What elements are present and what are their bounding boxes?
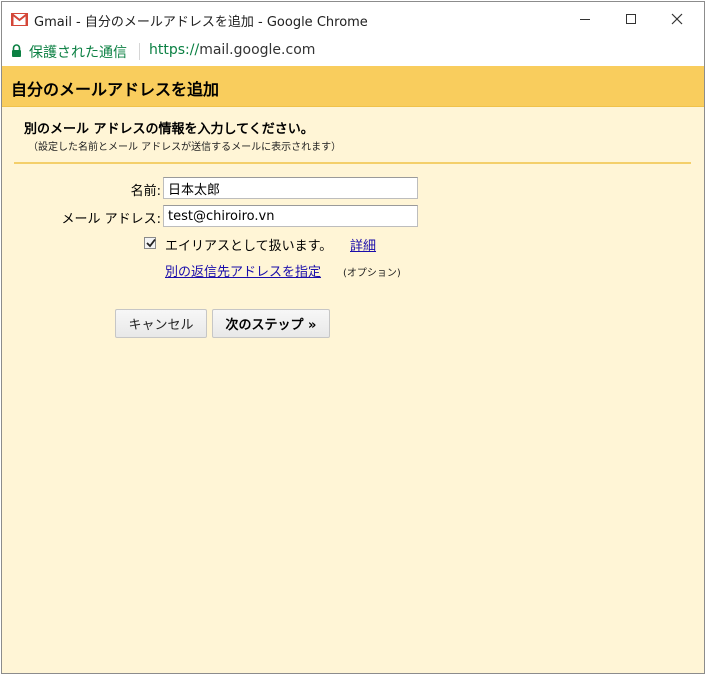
checkmark-icon (146, 238, 156, 248)
secure-connection-label[interactable]: 保護された通信 (29, 42, 127, 62)
minimize-icon (580, 19, 590, 20)
section-divider (14, 162, 691, 164)
dialog-content: 別のメール アドレスの情報を入力してください。 （設定した名前とメール アドレス… (2, 107, 704, 673)
name-label: 名前: (130, 184, 161, 199)
name-input[interactable] (163, 177, 418, 199)
address-bar[interactable]: 保護された通信 https://mail.google.com (2, 36, 704, 67)
close-icon (671, 13, 683, 25)
url-host: mail.google.com (199, 42, 316, 58)
window-title: Gmail - 自分のメールアドレスを追加 - Google Chrome (34, 15, 368, 30)
intro-title: 別のメール アドレスの情報を入力してください。 (24, 122, 314, 137)
intro-note: （設定した名前とメール アドレスが送信するメールに表示されます） (28, 142, 342, 153)
alias-label: エイリアスとして扱います。 (165, 239, 333, 254)
cancel-button[interactable]: キャンセル (115, 309, 207, 338)
minimize-button[interactable] (562, 2, 608, 36)
lock-icon (12, 44, 21, 57)
url-text[interactable]: https://mail.google.com (149, 42, 315, 58)
optional-note: (オプション) (343, 268, 401, 279)
next-step-button[interactable]: 次のステップ » (212, 309, 330, 338)
maximize-button[interactable] (608, 2, 654, 36)
email-label: メール アドレス: (61, 212, 161, 227)
dialog-header: 自分のメールアドレスを追加 (2, 66, 704, 107)
maximize-icon (626, 14, 636, 24)
dialog-title: 自分のメールアドレスを追加 (11, 80, 220, 99)
email-input[interactable] (163, 205, 418, 227)
alias-checkbox[interactable] (144, 237, 156, 249)
title-bar: Gmail - 自分のメールアドレスを追加 - Google Chrome (2, 2, 704, 37)
address-separator (139, 43, 140, 60)
close-button[interactable] (654, 2, 700, 36)
gmail-icon (11, 13, 28, 26)
details-link[interactable]: 詳細 (350, 235, 376, 254)
reply-to-link[interactable]: 別の返信先アドレスを指定 (165, 261, 321, 280)
url-scheme: https:// (149, 42, 200, 58)
chrome-window: Gmail - 自分のメールアドレスを追加 - Google Chrome 保護… (1, 1, 705, 674)
